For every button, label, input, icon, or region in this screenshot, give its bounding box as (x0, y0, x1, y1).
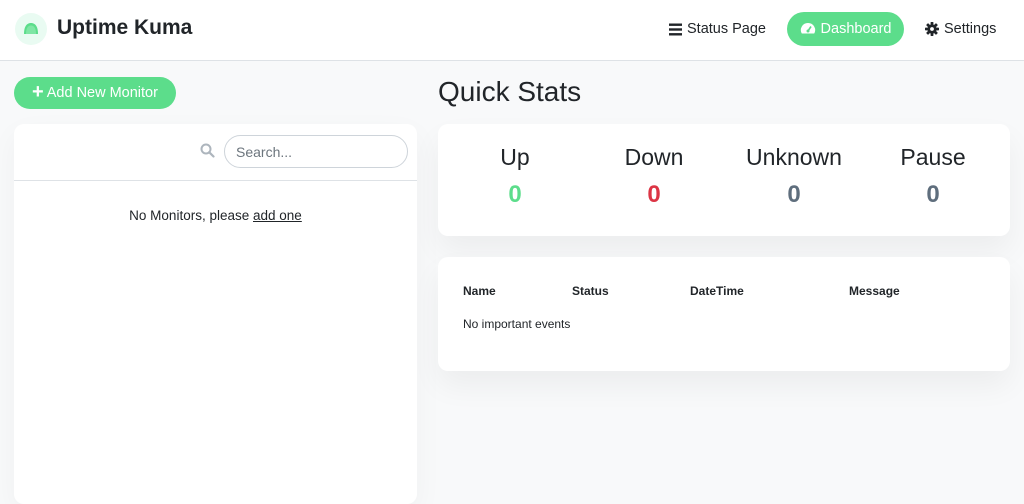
column-header-message: Message (849, 284, 900, 298)
stat-up-label: Up (500, 144, 530, 170)
add-new-monitor-button[interactable]: + Add New Monitor (14, 77, 176, 109)
nav-settings[interactable]: Settings (925, 12, 996, 46)
search-input[interactable] (224, 135, 408, 168)
stat-down-label: Down (624, 144, 684, 170)
monitor-list-header (14, 124, 417, 181)
tachometer-icon (800, 22, 816, 37)
stat-down-value: 0 (647, 181, 661, 208)
monitor-list-panel: No Monitors, please add one (14, 124, 417, 504)
app-title[interactable]: Uptime Kuma (57, 16, 192, 40)
nav-status-page[interactable]: Status Page (669, 12, 766, 46)
plus-icon: + (32, 81, 44, 103)
quick-stats-card: Up 0 Down 0 Unknown 0 Pause 0 (438, 124, 1010, 236)
no-monitors-message: No Monitors, please add one (14, 208, 417, 223)
uptime-kuma-logo-icon[interactable] (15, 13, 47, 45)
stat-unknown-value: 0 (787, 181, 801, 208)
stat-pause-label: Pause (900, 144, 966, 170)
nav-settings-label: Settings (944, 21, 997, 37)
no-monitors-text: No Monitors, please (129, 208, 250, 223)
nav-dashboard[interactable]: Dashboard (787, 12, 904, 46)
search-icon (200, 143, 215, 163)
stat-pause: Pause 0 (858, 144, 1008, 209)
add-one-link[interactable]: add one (253, 208, 302, 223)
no-events-message: No important events (463, 317, 571, 331)
list-icon (669, 23, 682, 36)
stat-up-value: 0 (508, 181, 522, 208)
nav-dashboard-label: Dashboard (820, 21, 892, 37)
add-new-monitor-label: Add New Monitor (46, 85, 158, 101)
stat-unknown: Unknown 0 (719, 144, 869, 209)
page-title: Quick Stats (438, 76, 582, 107)
stat-pause-value: 0 (926, 181, 940, 208)
stat-up: Up 0 (440, 144, 590, 209)
column-header-status: Status (572, 284, 609, 298)
column-header-name: Name (463, 284, 496, 298)
important-events-card: Name Status DateTime Message No importan… (438, 257, 1010, 371)
stat-down: Down 0 (579, 144, 729, 209)
nav-status-page-label: Status Page (687, 21, 766, 37)
top-navbar: Uptime Kuma Status Page Dashboard Settin… (0, 0, 1024, 61)
column-header-datetime: DateTime (690, 284, 744, 298)
stat-unknown-label: Unknown (746, 144, 842, 170)
gear-icon (925, 22, 939, 36)
